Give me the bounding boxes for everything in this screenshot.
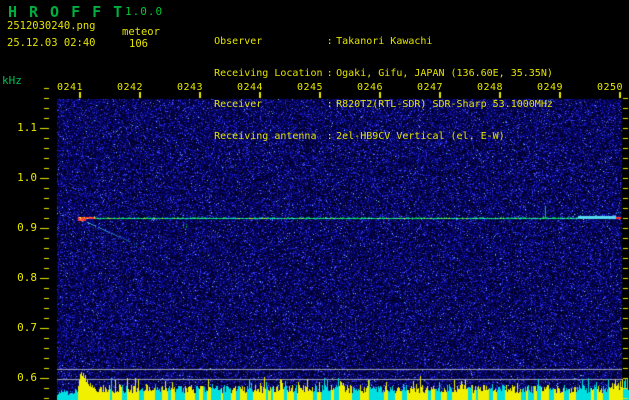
station-value: Ogaki, Gifu, JAPAN (136.60E, 35.35N) [336,67,553,79]
station-row-location: Receiving Location: Ogaki, Gifu, JAPAN (1… [178,58,553,79]
freq-tick-label-1.0: 1.0 [17,171,37,184]
echo-count: 106 [129,38,148,50]
station-value: R820T2(RTL-SDR) SDR-Sharp 53.1000MHz [336,99,553,111]
mode-label: meteor [122,26,160,38]
observation-datetime: 25.12.03 02:40 [7,37,96,49]
station-row-observer: Observer: Takanori Kawachi [178,26,553,47]
freq-tick-label-0.7: 0.7 [17,321,37,334]
station-value: Takanori Kawachi [336,35,433,47]
station-info: Observer: Takanori Kawachi Receiving Loca… [178,5,553,153]
freq-tick-label-0.9: 0.9 [17,221,37,234]
time-tick-label-0249: 0249 [537,82,564,93]
time-tick-label-0250: 0250 [597,82,624,93]
colon-separator: : [326,67,333,79]
time-tick-label-0247: 0247 [417,82,444,93]
station-label: Receiving antenna [214,131,317,143]
time-tick-label-0248: 0248 [477,82,504,93]
time-tick-label-0245: 0245 [297,82,324,93]
station-row-antenna: Receiving antenna:2el-HB9CV Vertical (el… [178,122,553,142]
time-tick-label-0243: 0243 [177,82,204,93]
freq-tick-label-0.8: 0.8 [17,271,37,284]
colon-separator: : [326,35,333,47]
time-tick-label-0241: 0241 [57,82,84,93]
hrofft-output-screen: HROFFT 1.0.0 2512030240.png meteor 25.12… [0,0,629,400]
freq-tick-label-0.6: 0.6 [17,371,37,384]
freq-unit-label: kHz [2,74,22,87]
output-filename: 2512030240.png [7,20,96,32]
colon-separator: : [326,131,333,143]
freq-tick-label-1.1: 1.1 [17,121,37,134]
app-version: 1.0.0 [125,5,164,18]
colon-separator: : [326,99,333,111]
station-label: Observer [214,35,263,47]
station-label: Receiver [214,99,263,111]
station-value: 2el-HB9CV Vertical (el. E-W) [336,131,505,143]
time-tick-label-0244: 0244 [237,82,264,93]
time-tick-label-0242: 0242 [117,82,144,93]
time-tick-label-0246: 0246 [357,82,384,93]
station-label: Receiving Location [214,67,323,79]
app-title: HROFFT [8,3,135,21]
